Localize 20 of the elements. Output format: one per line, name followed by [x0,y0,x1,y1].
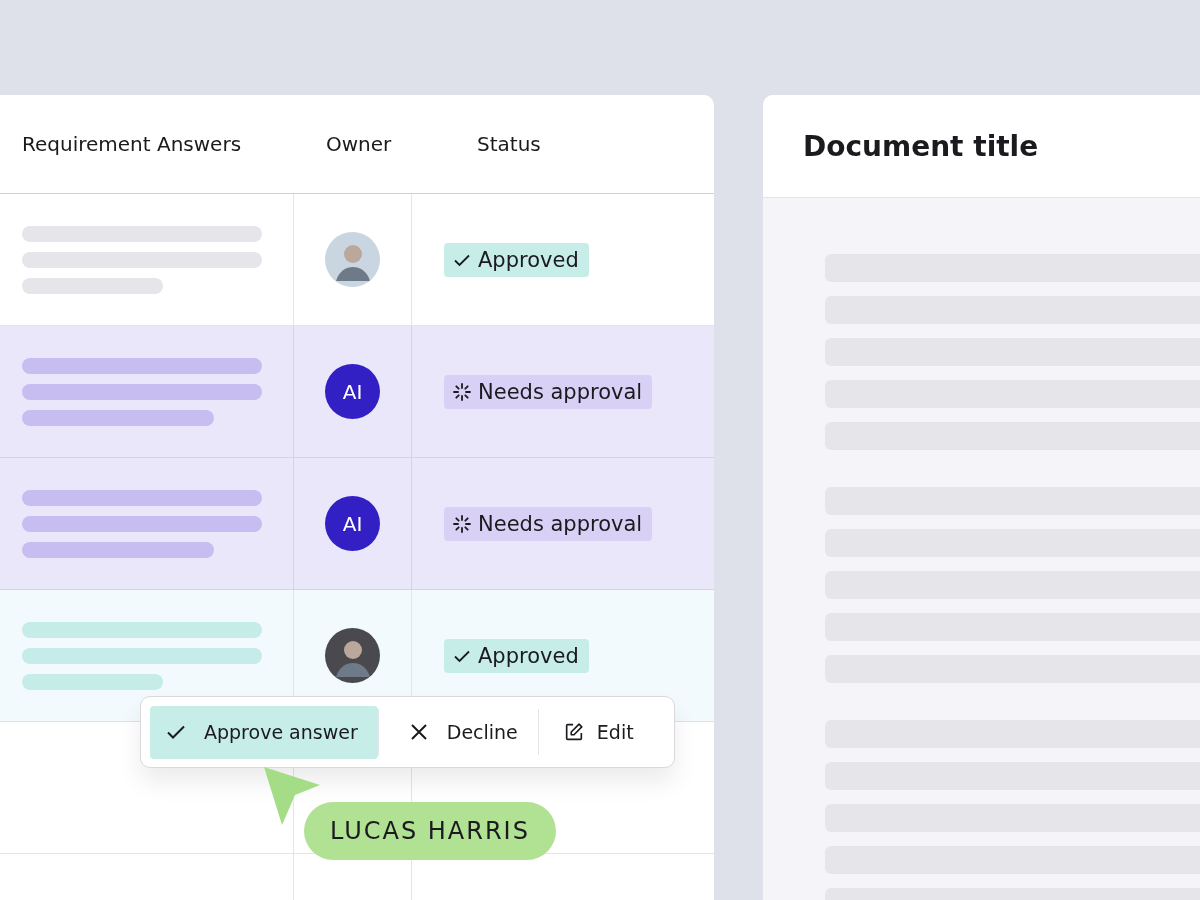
table-row[interactable]: Approved [0,194,714,326]
table-row[interactable]: AI Needs approval [0,458,714,590]
status-badge: Needs approval [444,506,653,541]
table-row[interactable]: AI Needs approval [0,326,714,458]
cursor-name-tag: LUCAS HARRIS [304,802,556,860]
avatar-silhouette [325,232,380,287]
cursor-pointer-icon [262,765,322,827]
status-badge: Approved [444,638,589,673]
ai-avatar: AI [325,496,380,551]
avatar-silhouette [325,628,380,683]
approve-button[interactable]: Approve answer [150,705,378,759]
column-header: Requirement Answers [22,132,242,156]
document-title: Document title [803,129,1039,163]
spinner-icon [452,381,472,402]
column-header: Owner [326,132,392,156]
spinner-icon [452,513,472,534]
column-header: Status [477,132,541,156]
status-badge: Needs approval [444,374,653,409]
status-badge: Approved [444,242,589,277]
ai-avatar: AI [325,364,380,419]
